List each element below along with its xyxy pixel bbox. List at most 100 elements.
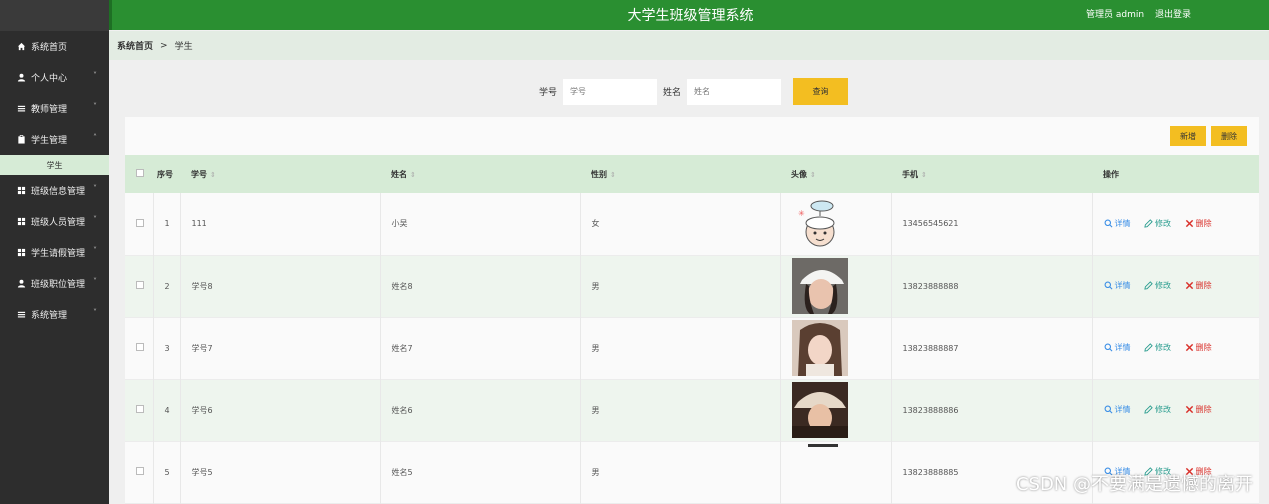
header-phone[interactable]: 手机 ⇕ <box>891 155 1092 193</box>
checkbox[interactable] <box>136 218 144 227</box>
sidebar-item-home[interactable]: 系统首页 <box>0 31 109 62</box>
name-search-input[interactable] <box>687 78 782 105</box>
sidebar-item-label: 学生管理 <box>31 136 68 146</box>
row-select[interactable] <box>125 255 154 317</box>
sidebar-item-class-info[interactable]: 班级信息管理 ˅ <box>0 175 109 206</box>
edit-button[interactable]: 修改 <box>1144 404 1171 415</box>
list-icon <box>16 310 26 319</box>
query-button[interactable]: 查询 <box>793 78 849 105</box>
row-name: 小吴 <box>380 193 581 255</box>
batch-delete-button[interactable]: 删除 <box>1211 126 1247 146</box>
delete-button[interactable]: 删除 <box>1185 342 1212 353</box>
pencil-icon <box>1144 343 1153 352</box>
delete-button[interactable]: 删除 <box>1185 404 1212 415</box>
edit-button[interactable]: 修改 <box>1144 342 1171 353</box>
sidebar-item-teachers[interactable]: 教师管理 ˅ <box>0 93 109 124</box>
checkbox[interactable] <box>136 467 144 475</box>
sidebar-item-label: 班级职位管理 <box>31 280 86 290</box>
row-ops: 详情 修改 删除 <box>1092 193 1259 255</box>
sidebar-item-students[interactable]: 学生管理 ˄ <box>0 124 109 155</box>
sidebar-item-leave[interactable]: 学生请假管理 ˅ <box>0 237 109 268</box>
row-gender: 男 <box>580 255 781 317</box>
row-avatar: ✳ <box>780 193 892 255</box>
search-icon <box>1104 219 1112 228</box>
sort-icon: ⇕ <box>810 170 816 179</box>
logout-link[interactable]: 退出登录 <box>1155 10 1191 20</box>
row-ops: 详情 修改 删除 <box>1092 255 1259 317</box>
sidebar-item-label: 系统首页 <box>31 43 68 53</box>
sidebar-item-class-members[interactable]: 班级人员管理 ˅ <box>0 206 109 237</box>
header-name[interactable]: 姓名 ⇕ <box>380 155 580 193</box>
pencil-icon <box>1144 405 1153 414</box>
edit-button[interactable]: 修改 <box>1144 280 1171 291</box>
search-icon <box>1104 343 1112 352</box>
header-gender[interactable]: 性别 ⇕ <box>580 155 780 193</box>
add-button[interactable]: 新增 <box>1170 126 1206 146</box>
checkbox[interactable] <box>136 281 144 289</box>
row-name: 姓名6 <box>380 379 581 441</box>
breadcrumb-home[interactable]: 系统首页 <box>117 39 153 52</box>
avatar-image <box>791 444 848 500</box>
row-avatar <box>780 441 892 503</box>
row-select[interactable] <box>125 441 154 503</box>
header-ops: 操作 <box>1103 169 1119 179</box>
watermark: CSDN @不要满是遗憾的离开 <box>1015 474 1253 495</box>
row-gender: 女 <box>580 193 781 255</box>
header-user-area: 管理员 admin 退出登录 <box>1078 7 1191 20</box>
sort-icon: ⇕ <box>410 170 416 179</box>
delete-button[interactable]: 删除 <box>1185 280 1212 291</box>
grid-icon <box>16 186 26 195</box>
row-index: 3 <box>153 317 181 379</box>
detail-button[interactable]: 详情 <box>1104 342 1131 353</box>
sidebar-subitem-student[interactable]: 学生 <box>0 155 109 175</box>
detail-button[interactable]: 详情 <box>1104 280 1131 291</box>
header-avatar[interactable]: 头像 ⇕ <box>780 155 891 193</box>
close-icon <box>1185 219 1193 227</box>
row-phone: 13823888886 <box>891 379 1093 441</box>
header-xuehao[interactable]: 学号 ⇕ <box>180 155 380 193</box>
header-index: 序号 <box>157 169 173 179</box>
pencil-icon <box>1144 219 1153 228</box>
grid-icon <box>16 248 26 257</box>
row-select[interactable] <box>125 317 154 379</box>
header-select-all[interactable] <box>125 155 153 193</box>
row-name: 姓名5 <box>380 441 581 503</box>
table-header-row: 序号 学号 ⇕ 姓名 ⇕ 性别 ⇕ 头像 ⇕ 手机 ⇕ 操作 <box>125 155 1259 193</box>
table-row: 4 学号6 姓名6 男 13823888886 详情 修改 删除 <box>125 379 1259 441</box>
row-xuehao: 学号5 <box>180 441 381 503</box>
row-select[interactable] <box>125 193 154 255</box>
table-row: 1 111 小吴 女 ✳ 13456545621 详情 修改 删除 <box>125 193 1259 255</box>
delete-button[interactable]: 删除 <box>1185 218 1212 229</box>
row-xuehao: 111 <box>180 193 381 255</box>
sidebar-item-positions[interactable]: 班级职位管理 ˅ <box>0 268 109 299</box>
chevron-down-icon: ˅ <box>93 102 97 111</box>
sidebar-item-profile[interactable]: 个人中心 ˅ <box>0 62 109 93</box>
sidebar-item-system[interactable]: 系统管理 ˅ <box>0 299 109 330</box>
xuehao-search-input[interactable] <box>563 78 658 105</box>
checkbox[interactable] <box>136 343 144 351</box>
checkbox[interactable] <box>136 405 144 413</box>
chevron-down-icon: ˅ <box>93 71 97 80</box>
row-phone: 13823888888 <box>891 255 1093 317</box>
sidebar-item-label: 个人中心 <box>31 74 68 84</box>
row-select[interactable] <box>125 379 154 441</box>
sidebar-logo-area <box>0 0 109 31</box>
close-icon <box>1185 343 1193 352</box>
detail-button[interactable]: 详情 <box>1104 218 1131 229</box>
search-icon <box>1104 281 1112 290</box>
row-name: 姓名7 <box>380 317 581 379</box>
sidebar-item-label: 班级信息管理 <box>31 187 86 197</box>
breadcrumb-separator: > <box>160 40 168 51</box>
row-gender: 男 <box>580 317 781 379</box>
checkbox[interactable] <box>136 169 144 177</box>
edit-button[interactable]: 修改 <box>1144 218 1171 229</box>
xuehao-label: 学号 <box>539 88 558 98</box>
chevron-down-icon: ˅ <box>93 246 97 255</box>
breadcrumb-current: 学生 <box>174 42 193 52</box>
search-bar: 学号 姓名 查询 <box>539 78 849 105</box>
row-ops: 详情 修改 删除 <box>1092 379 1259 441</box>
home-icon <box>16 42 26 51</box>
sort-icon: ⇕ <box>610 170 616 179</box>
table-row: 3 学号7 姓名7 男 13823888887 详情 修改 删除 <box>125 317 1259 379</box>
detail-button[interactable]: 详情 <box>1104 404 1131 415</box>
